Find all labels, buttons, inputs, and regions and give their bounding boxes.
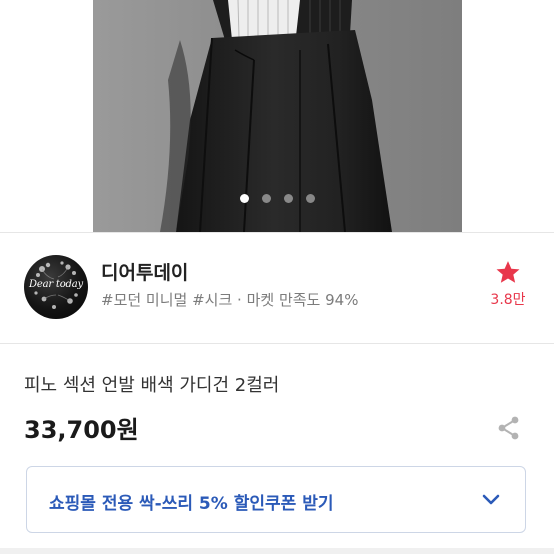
carousel-dot[interactable] <box>305 193 315 203</box>
share-icon <box>498 416 519 440</box>
shop-logo[interactable]: Dear today <box>24 255 88 319</box>
favorite-count: 3.8만 <box>490 292 526 308</box>
section-separator <box>0 548 554 554</box>
coupon-button[interactable]: 쇼핑몰 전용 싹-쓰리 5% 할인쿠폰 받기 <box>26 466 526 533</box>
product-price: 33,700원 <box>24 416 139 444</box>
coupon-label: 쇼핑몰 전용 싹-쓰리 5% 할인쿠폰 받기 <box>49 494 334 514</box>
product-image-carousel[interactable] <box>0 0 554 232</box>
product-title: 피노 섹션 언발 배색 가디건 2컬러 <box>24 375 280 396</box>
shop-name[interactable]: 디어투데이 <box>101 258 188 285</box>
share-button[interactable] <box>496 415 522 441</box>
favorite-button[interactable]: 3.8만 <box>486 260 530 309</box>
carousel-dot-active[interactable] <box>239 193 249 203</box>
carousel-dot[interactable] <box>283 193 293 203</box>
shop-info-row[interactable]: Dear today 디어투데이 #모던 미니멀 #시크 · 마켓 만족도 94… <box>0 233 554 343</box>
shop-tags: #모던 미니멀 #시크 · 마켓 만족도 94% <box>101 291 359 309</box>
divider <box>0 343 554 344</box>
chevron-down-icon <box>482 494 500 505</box>
star-icon <box>496 261 520 283</box>
shop-logo-text: Dear today <box>29 279 83 290</box>
carousel-indicator <box>0 191 554 205</box>
carousel-dot[interactable] <box>261 193 271 203</box>
